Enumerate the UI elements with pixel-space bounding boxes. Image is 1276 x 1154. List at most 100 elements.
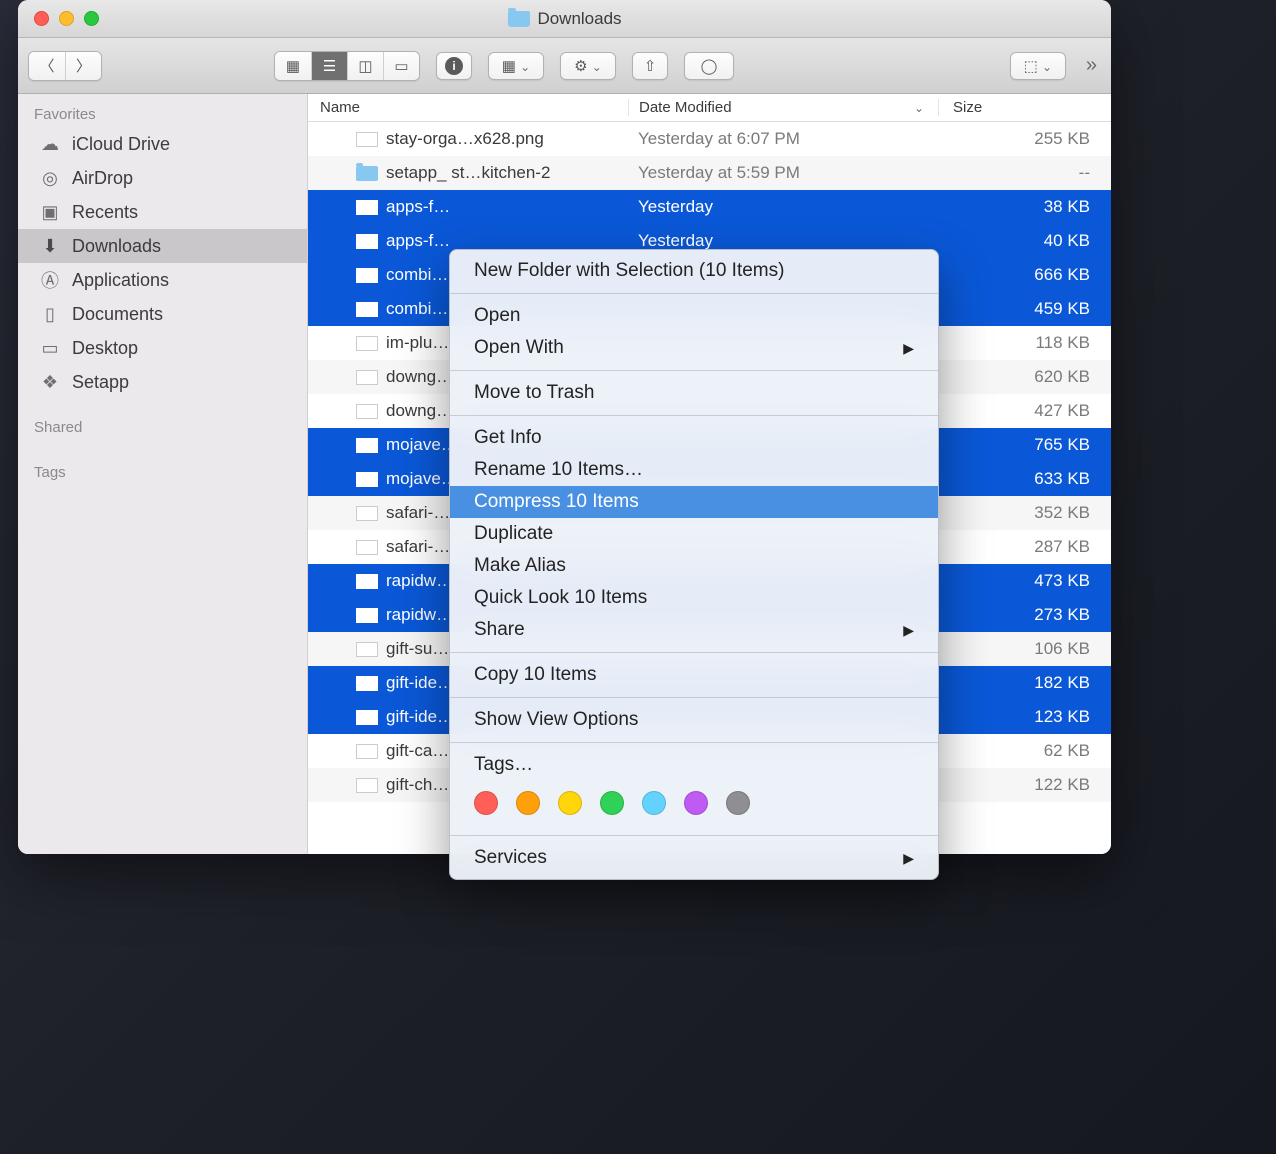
file-thumbnail-icon bbox=[356, 506, 378, 521]
tag-color-dot[interactable] bbox=[642, 791, 666, 815]
column-header-name[interactable]: Name bbox=[308, 99, 628, 116]
file-date-cell: Yesterday bbox=[628, 197, 938, 217]
file-thumbnail-icon bbox=[356, 132, 378, 147]
menu-separator bbox=[450, 415, 938, 416]
file-thumbnail-icon bbox=[356, 370, 378, 385]
column-header-date[interactable]: Date Modified ⌄ bbox=[628, 99, 938, 116]
menu-show-view-options[interactable]: Show View Options bbox=[450, 704, 938, 736]
action-button[interactable]: ⚙ ⌄ bbox=[560, 52, 616, 80]
submenu-arrow-icon: ▶ bbox=[903, 622, 914, 639]
tag-color-dot[interactable] bbox=[474, 791, 498, 815]
file-size-cell: 473 KB bbox=[938, 571, 1108, 591]
menu-services[interactable]: Services▶ bbox=[450, 842, 938, 874]
menu-separator bbox=[450, 742, 938, 743]
file-size-cell: 287 KB bbox=[938, 537, 1108, 557]
dropbox-button[interactable]: ⬚ ⌄ bbox=[1010, 52, 1066, 80]
menu-quick-look[interactable]: Quick Look 10 Items bbox=[450, 582, 938, 614]
menu-new-folder-with-selection[interactable]: New Folder with Selection (10 Items) bbox=[450, 255, 938, 287]
tag-color-dot[interactable] bbox=[516, 791, 540, 815]
tags-button[interactable]: ◯ bbox=[684, 52, 734, 80]
file-thumbnail-icon bbox=[356, 336, 378, 351]
file-row[interactable]: stay-orga…x628.pngYesterday at 6:07 PM25… bbox=[308, 122, 1111, 156]
close-window-button[interactable] bbox=[34, 11, 49, 26]
file-size-cell: 255 KB bbox=[938, 129, 1108, 149]
file-thumbnail-icon bbox=[356, 608, 378, 623]
file-thumbnail-icon bbox=[356, 234, 378, 249]
list-view-button[interactable]: ☰ bbox=[311, 52, 347, 80]
forward-button[interactable]: 〉 bbox=[65, 52, 101, 80]
menu-separator bbox=[450, 835, 938, 836]
tag-color-dot[interactable] bbox=[726, 791, 750, 815]
file-name-text: downg… bbox=[386, 401, 453, 421]
sidebar-shared-header: Shared bbox=[18, 413, 307, 440]
file-thumbnail-icon bbox=[356, 574, 378, 589]
window-title-text: Downloads bbox=[537, 9, 621, 29]
gear-icon: ⚙ ⌄ bbox=[574, 57, 602, 75]
share-icon: ⇧ bbox=[644, 57, 657, 75]
sidebar-tags-header: Tags bbox=[18, 458, 307, 485]
file-row[interactable]: setapp_ st…kitchen-2Yesterday at 5:59 PM… bbox=[308, 156, 1111, 190]
file-name-text: combi… bbox=[386, 265, 448, 285]
group-by-button[interactable]: ▦ ⌄ bbox=[488, 52, 544, 80]
column-headers: Name Date Modified ⌄ Size bbox=[308, 94, 1111, 122]
menu-open[interactable]: Open bbox=[450, 300, 938, 332]
submenu-arrow-icon: ▶ bbox=[903, 340, 914, 357]
menu-duplicate[interactable]: Duplicate bbox=[450, 518, 938, 550]
sidebar-item-applications[interactable]: Ⓐ Applications bbox=[18, 263, 307, 297]
menu-get-info[interactable]: Get Info bbox=[450, 422, 938, 454]
icon-view-button[interactable]: ▦ bbox=[275, 52, 311, 80]
gallery-icon: ▭ bbox=[394, 57, 408, 75]
sidebar-item-icloud-drive[interactable]: ☁︎ iCloud Drive bbox=[18, 127, 307, 161]
tag-color-dot[interactable] bbox=[600, 791, 624, 815]
file-thumbnail-icon bbox=[356, 676, 378, 691]
sidebar-item-documents[interactable]: ▯ Documents bbox=[18, 297, 307, 331]
file-name-text: apps-f… bbox=[386, 231, 450, 251]
info-button[interactable]: i bbox=[436, 52, 472, 80]
menu-separator bbox=[450, 697, 938, 698]
menu-separator bbox=[450, 652, 938, 653]
desktop-icon: ▭ bbox=[38, 336, 62, 360]
back-button[interactable]: 〈 bbox=[29, 52, 65, 80]
menu-move-to-trash[interactable]: Move to Trash bbox=[450, 377, 938, 409]
sidebar-item-label: AirDrop bbox=[72, 168, 133, 189]
sidebar-item-desktop[interactable]: ▭ Desktop bbox=[18, 331, 307, 365]
file-size-cell: 182 KB bbox=[938, 673, 1108, 693]
toolbar-overflow-icon[interactable]: » bbox=[1082, 54, 1101, 77]
sidebar-item-setapp[interactable]: ❖ Setapp bbox=[18, 365, 307, 399]
minimize-window-button[interactable] bbox=[59, 11, 74, 26]
tag-color-dot[interactable] bbox=[684, 791, 708, 815]
traffic-lights bbox=[18, 11, 99, 26]
file-name-text: safari-… bbox=[386, 537, 450, 557]
menu-open-with[interactable]: Open With▶ bbox=[450, 332, 938, 364]
zoom-window-button[interactable] bbox=[84, 11, 99, 26]
menu-separator bbox=[450, 370, 938, 371]
menu-share[interactable]: Share▶ bbox=[450, 614, 938, 646]
file-row[interactable]: apps-f… Yesterday38 KB bbox=[308, 190, 1111, 224]
menu-rename[interactable]: Rename 10 Items… bbox=[450, 454, 938, 486]
sidebar-item-recents[interactable]: ▣ Recents bbox=[18, 195, 307, 229]
share-button[interactable]: ⇧ bbox=[632, 52, 668, 80]
menu-make-alias[interactable]: Make Alias bbox=[450, 550, 938, 582]
file-name-text: apps-f… bbox=[386, 197, 450, 217]
file-size-cell: 633 KB bbox=[938, 469, 1108, 489]
file-size-cell: -- bbox=[938, 163, 1108, 183]
tag-color-dot[interactable] bbox=[558, 791, 582, 815]
menu-copy[interactable]: Copy 10 Items bbox=[450, 659, 938, 691]
sidebar-item-label: Downloads bbox=[72, 236, 161, 257]
column-header-size[interactable]: Size bbox=[938, 99, 1108, 116]
sidebar-item-airdrop[interactable]: ◎ AirDrop bbox=[18, 161, 307, 195]
file-name-text: combi… bbox=[386, 299, 448, 319]
sidebar-item-label: Applications bbox=[72, 270, 169, 291]
sidebar-item-downloads[interactable]: ⬇ Downloads bbox=[18, 229, 307, 263]
file-date-cell: Yesterday at 5:59 PM bbox=[628, 163, 938, 183]
menu-tags[interactable]: Tags… bbox=[450, 749, 938, 781]
file-name-text: safari-… bbox=[386, 503, 450, 523]
gallery-view-button[interactable]: ▭ bbox=[383, 52, 419, 80]
file-thumbnail-icon bbox=[356, 540, 378, 555]
file-date-cell: Yesterday bbox=[628, 231, 938, 251]
window-title: Downloads bbox=[507, 9, 621, 29]
menu-compress[interactable]: Compress 10 Items bbox=[450, 486, 938, 518]
column-view-button[interactable]: ◫ bbox=[347, 52, 383, 80]
file-size-cell: 38 KB bbox=[938, 197, 1108, 217]
file-size-cell: 123 KB bbox=[938, 707, 1108, 727]
